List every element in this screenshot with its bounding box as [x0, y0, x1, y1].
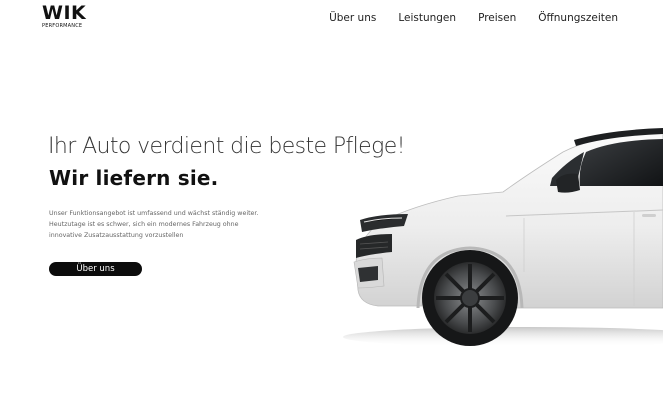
car-image [343, 128, 663, 347]
logo-tagline: PERFORMANCE [42, 23, 83, 29]
nav-item-oeffnungszeiten[interactable]: Öffnungszeiten [538, 12, 618, 24]
nav-item-leistungen[interactable]: Leistungen [398, 12, 456, 24]
page: WIK PERFORMANCE Über uns Leistungen Prei… [0, 0, 663, 413]
nav-item-ueber-uns[interactable]: Über uns [329, 12, 376, 24]
logo[interactable]: WIK PERFORMANCE [42, 4, 86, 29]
hero-description: Unser Funktionsangebot ist umfassend und… [49, 210, 259, 239]
main-nav: Über uns Leistungen Preisen Öffnungszeit… [329, 12, 618, 24]
hero-subheadline: Wir liefern sie. [49, 166, 219, 190]
nav-item-preisen[interactable]: Preisen [478, 12, 516, 24]
about-us-button[interactable]: Über uns [49, 262, 142, 276]
header: WIK PERFORMANCE Über uns Leistungen Prei… [0, 0, 663, 48]
logo-wordmark: WIK [42, 2, 87, 24]
